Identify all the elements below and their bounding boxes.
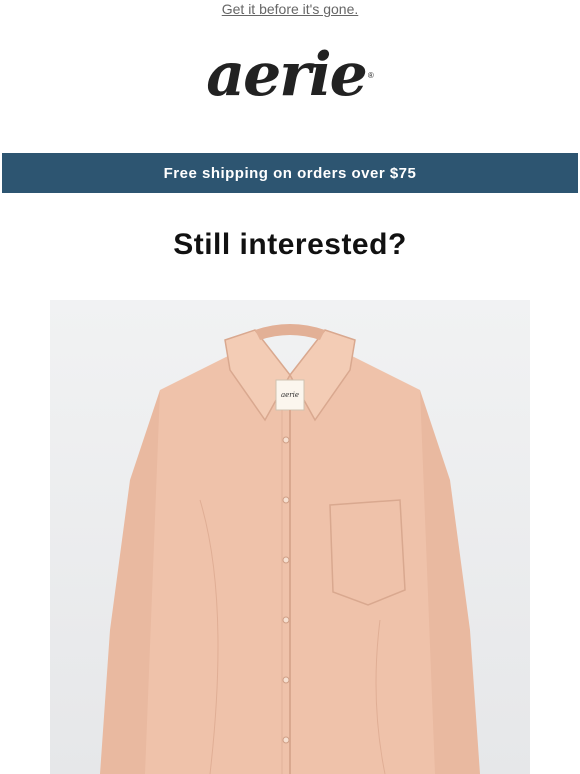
logo-wordmark: aerie bbox=[206, 40, 368, 110]
preheader-link[interactable]: Get it before it's gone. bbox=[0, 0, 580, 20]
shipping-banner-text: Free shipping on orders over $75 bbox=[163, 164, 417, 182]
brand-logo[interactable]: aerie ® bbox=[0, 40, 580, 110]
registered-mark: ® bbox=[367, 70, 374, 80]
shirt-icon: aerie bbox=[50, 300, 530, 774]
page-headline: Still interested? bbox=[173, 228, 407, 261]
product-image[interactable]: aerie bbox=[50, 300, 530, 774]
shipping-banner[interactable]: Free shipping on orders over $75 bbox=[2, 153, 578, 193]
shirt-label-text: aerie bbox=[281, 391, 299, 399]
